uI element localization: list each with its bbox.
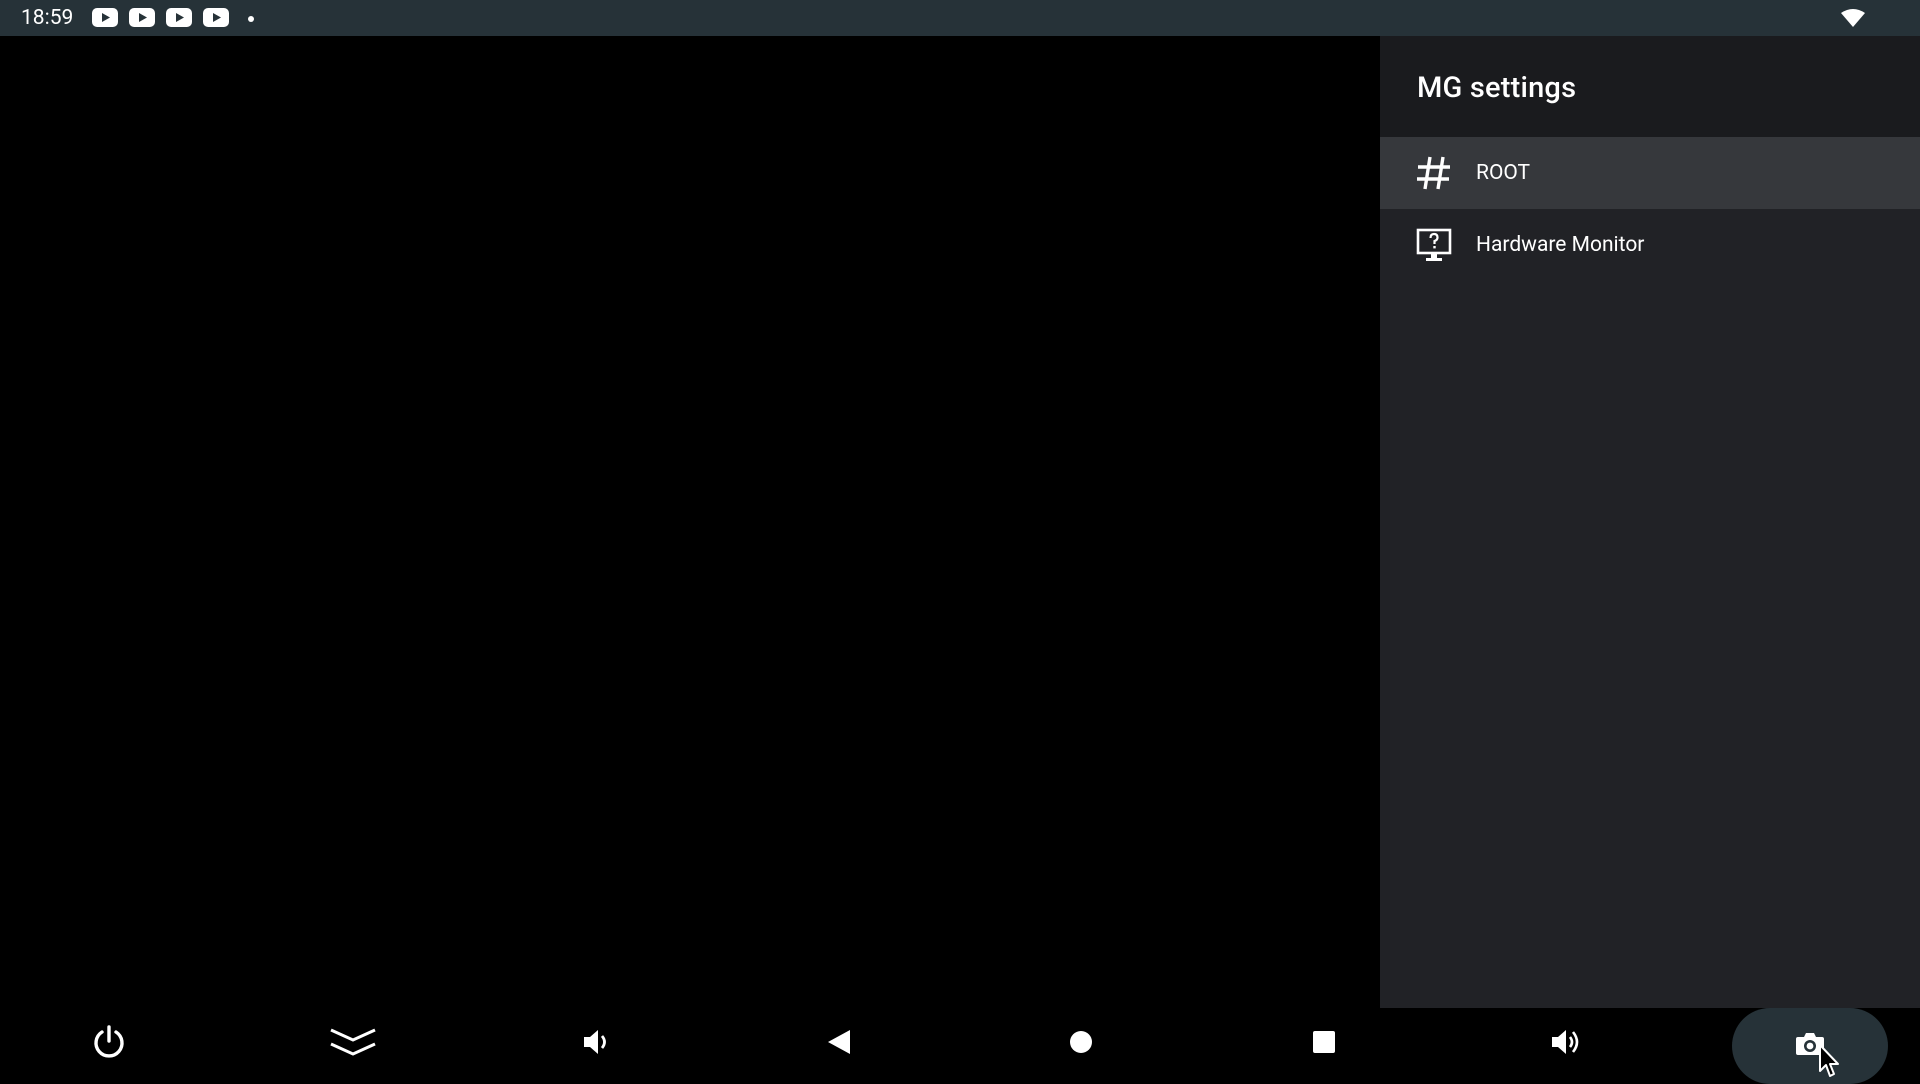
youtube-icon bbox=[166, 8, 192, 27]
more-notifications-dot bbox=[248, 16, 254, 22]
navigation-bar bbox=[0, 1008, 1920, 1084]
menu-item-label: Hardware Monitor bbox=[1476, 233, 1645, 257]
youtube-icon bbox=[203, 8, 229, 27]
youtube-icon bbox=[129, 8, 155, 27]
home-icon bbox=[1069, 1030, 1093, 1058]
wifi-icon bbox=[1841, 9, 1865, 27]
power-button[interactable] bbox=[69, 1008, 149, 1080]
back-button[interactable] bbox=[799, 1008, 879, 1080]
status-bar: 18:59 bbox=[0, 0, 1920, 36]
volume-up-icon bbox=[1550, 1027, 1584, 1061]
volume-down-icon bbox=[581, 1027, 611, 1061]
mouse-cursor-icon bbox=[1818, 1043, 1840, 1079]
settings-panel: MG settings ROOT Hardware Monitor bbox=[1380, 36, 1920, 1008]
power-icon bbox=[91, 1024, 127, 1064]
recents-button[interactable] bbox=[1284, 1008, 1364, 1080]
chevrons-down-icon bbox=[329, 1025, 377, 1063]
panel-header: MG settings bbox=[1380, 36, 1920, 137]
volume-down-button[interactable] bbox=[556, 1008, 636, 1080]
home-button[interactable] bbox=[1041, 1008, 1121, 1080]
volume-up-button[interactable] bbox=[1527, 1008, 1607, 1080]
menu-item-hardware-monitor[interactable]: Hardware Monitor bbox=[1380, 209, 1920, 281]
hash-icon bbox=[1416, 155, 1452, 191]
collapse-button[interactable] bbox=[313, 1008, 393, 1080]
back-icon bbox=[826, 1028, 852, 1060]
status-clock: 18:59 bbox=[21, 6, 74, 30]
menu-item-root[interactable]: ROOT bbox=[1380, 137, 1920, 209]
panel-title: MG settings bbox=[1417, 71, 1577, 105]
screenshot-button[interactable] bbox=[1732, 1008, 1888, 1084]
recents-icon bbox=[1312, 1030, 1336, 1058]
youtube-icon bbox=[92, 8, 118, 27]
menu-item-label: ROOT bbox=[1476, 161, 1531, 185]
monitor-question-icon bbox=[1416, 227, 1452, 263]
main-content-area[interactable] bbox=[0, 36, 1380, 1008]
